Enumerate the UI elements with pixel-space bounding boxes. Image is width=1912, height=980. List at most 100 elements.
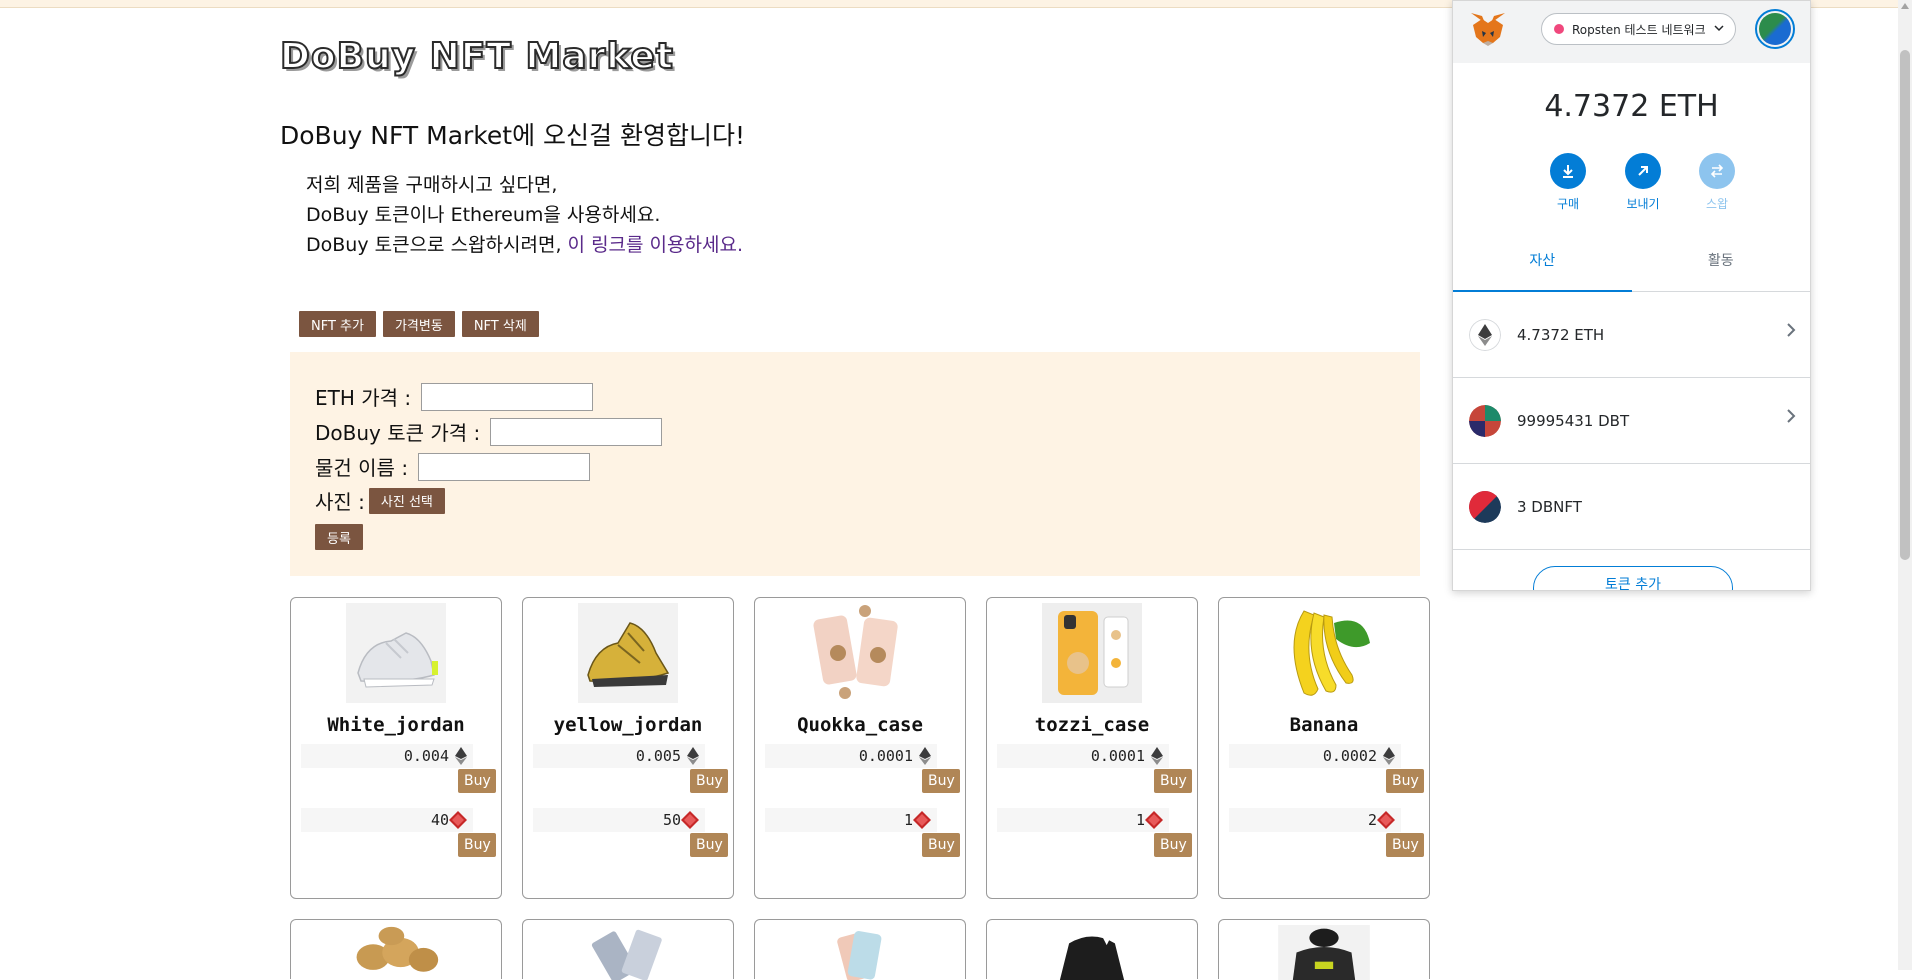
eth-price: 0.0001 [765,744,937,768]
buy-dbt-button[interactable]: Buy [458,833,496,857]
potato-image [350,925,442,980]
dbt-price-value: 1 [903,811,913,829]
dbt-price-input[interactable] [490,417,663,446]
hoodie-image [1278,925,1370,980]
wallet-header: Ropsten 테스트 네트워크 [1453,1,1810,63]
iphone-image [814,925,906,980]
chevron-right-icon [1787,323,1796,337]
download-icon [1550,153,1586,189]
ethereum-icon [1383,747,1395,765]
eth-price: 0.005 [533,744,705,768]
price-change-button[interactable]: 가격변동 [382,311,455,337]
buy-eth-button[interactable]: Buy [690,769,728,793]
photo-select-button[interactable]: 사진 선택 [368,487,445,514]
asset-row-eth[interactable]: 4.7372 ETH [1453,292,1810,378]
buy-action-button[interactable]: 구매 [1538,153,1598,212]
product-name: yellow_jordan [553,714,703,736]
eth-price-row: ETH 가격 : [315,382,594,411]
dobuy-token-icon [1145,811,1163,829]
ethereum-icon [455,747,467,765]
send-arrow-icon [1625,153,1661,189]
product-card: yellow_jordan 0.005 Buy 50 Buy [522,597,734,899]
buy-eth-button[interactable]: Buy [458,769,496,793]
submit-button[interactable]: 등록 [315,524,363,550]
intro-line-2: DoBuy 토큰이나 Ethereum을 사용하세요. [306,204,661,226]
photo-label: 사진 : [315,490,365,514]
asset-row-dbnft[interactable]: 3 DBNFT [1453,464,1810,550]
swap-link[interactable]: 이 링크를 이용하세요. [568,234,743,256]
dobuy-token-icon [449,811,467,829]
tozzi-case-image [1042,603,1142,703]
buy-dbt-button[interactable]: Buy [690,833,728,857]
tab-activity[interactable]: 활동 [1632,246,1811,292]
buy-eth-button[interactable]: Buy [1154,769,1192,793]
eth-price-label: ETH 가격 : [315,386,412,410]
chevron-down-icon [1714,25,1724,32]
intro-line-3: DoBuy 토큰으로 스왑하시려면, 이 링크를 이용하세요. [306,230,743,260]
asset-label: 3 DBNFT [1517,498,1582,516]
dbt-price-row: DoBuy 토큰 가격 : [315,417,663,446]
dbnft-token-icon [1469,491,1501,523]
intro-line-1: 저희 제품을 구매하시고 싶다면, [306,174,558,196]
buy-dbt-button[interactable]: Buy [922,833,960,857]
scroll-up-icon[interactable] [1901,3,1909,9]
asset-row-dbt[interactable]: 99995431 DBT [1453,378,1810,464]
photo-row: 사진 : 사진 선택 [315,486,445,515]
item-name-input[interactable] [418,452,591,481]
asset-label: 4.7372 ETH [1517,326,1605,344]
buy-dbt-button[interactable]: Buy [1386,833,1424,857]
metamask-fox-icon[interactable] [1469,11,1507,47]
wallet-tabs: 자산 활동 [1453,246,1810,292]
buy-dbt-button[interactable]: Buy [1154,833,1192,857]
eth-price: 0.0001 [997,744,1169,768]
send-action-label: 보내기 [1626,197,1660,211]
product-card [1218,919,1430,980]
add-nft-button[interactable]: NFT 추가 [299,311,376,337]
item-name-row: 물건 이름 : [315,452,591,481]
dobuy-token-icon [681,811,699,829]
ethereum-icon [1151,747,1163,765]
product-card [986,919,1198,980]
site-title: DoBuy NFT Market [279,35,674,78]
wallet-popup: Ropsten 테스트 네트워크 4.7372 ETH 구매 보내기 스왑 자산 [1452,0,1811,591]
scrollbar-thumb[interactable] [1900,50,1910,560]
swap-action-button[interactable]: 스왑 [1687,153,1747,212]
yellow-jordan-image [578,603,678,703]
eth-price-input[interactable] [421,382,594,411]
network-selector[interactable]: Ropsten 테스트 네트워크 [1541,13,1736,45]
eth-price: 0.0002 [1229,744,1401,768]
eth-price: 0.004 [301,744,473,768]
admin-buttons: NFT 추가 가격변동 NFT 삭제 [299,311,539,337]
eth-price-value: 0.005 [635,747,681,765]
eth-price-value: 0.0001 [1090,747,1145,765]
product-card [754,919,966,980]
product-name: Banana [1289,714,1359,736]
banana-image [1274,603,1374,703]
wallet-balance: 4.7372 ETH [1544,89,1719,124]
buy-eth-button[interactable]: Buy [922,769,960,793]
network-label: Ropsten 테스트 네트워크 [1572,22,1706,37]
account-avatar[interactable] [1755,9,1795,49]
chevron-right-icon [1787,409,1796,423]
ethereum-icon [919,747,931,765]
add-token-button[interactable]: 토큰 추가 [1533,566,1733,590]
dobuy-token-icon [913,811,931,829]
swap-icon [1699,153,1735,189]
delete-nft-button[interactable]: NFT 삭제 [461,311,539,337]
dbt-price-value: 50 [662,811,681,829]
dbt-price-value: 1 [1135,811,1145,829]
send-action-button[interactable]: 보내기 [1613,153,1673,212]
buy-eth-button[interactable]: Buy [1386,769,1424,793]
product-name: tozzi_case [1034,714,1150,736]
swap-action-label: 스왑 [1705,197,1729,211]
dbt-price: 50 [533,808,705,832]
dbt-price: 1 [765,808,937,832]
tab-assets[interactable]: 자산 [1453,246,1632,292]
page-scrollbar[interactable] [1898,0,1912,970]
buy-action-label: 구매 [1556,197,1580,211]
product-card: White_jordan 0.004 Buy 40 Buy [290,597,502,899]
dbt-price-value: 40 [430,811,449,829]
intro-line-3-prefix: DoBuy 토큰으로 스왑하시려면, [306,234,568,256]
dbt-price: 40 [301,808,473,832]
dbt-price: 2 [1229,808,1401,832]
